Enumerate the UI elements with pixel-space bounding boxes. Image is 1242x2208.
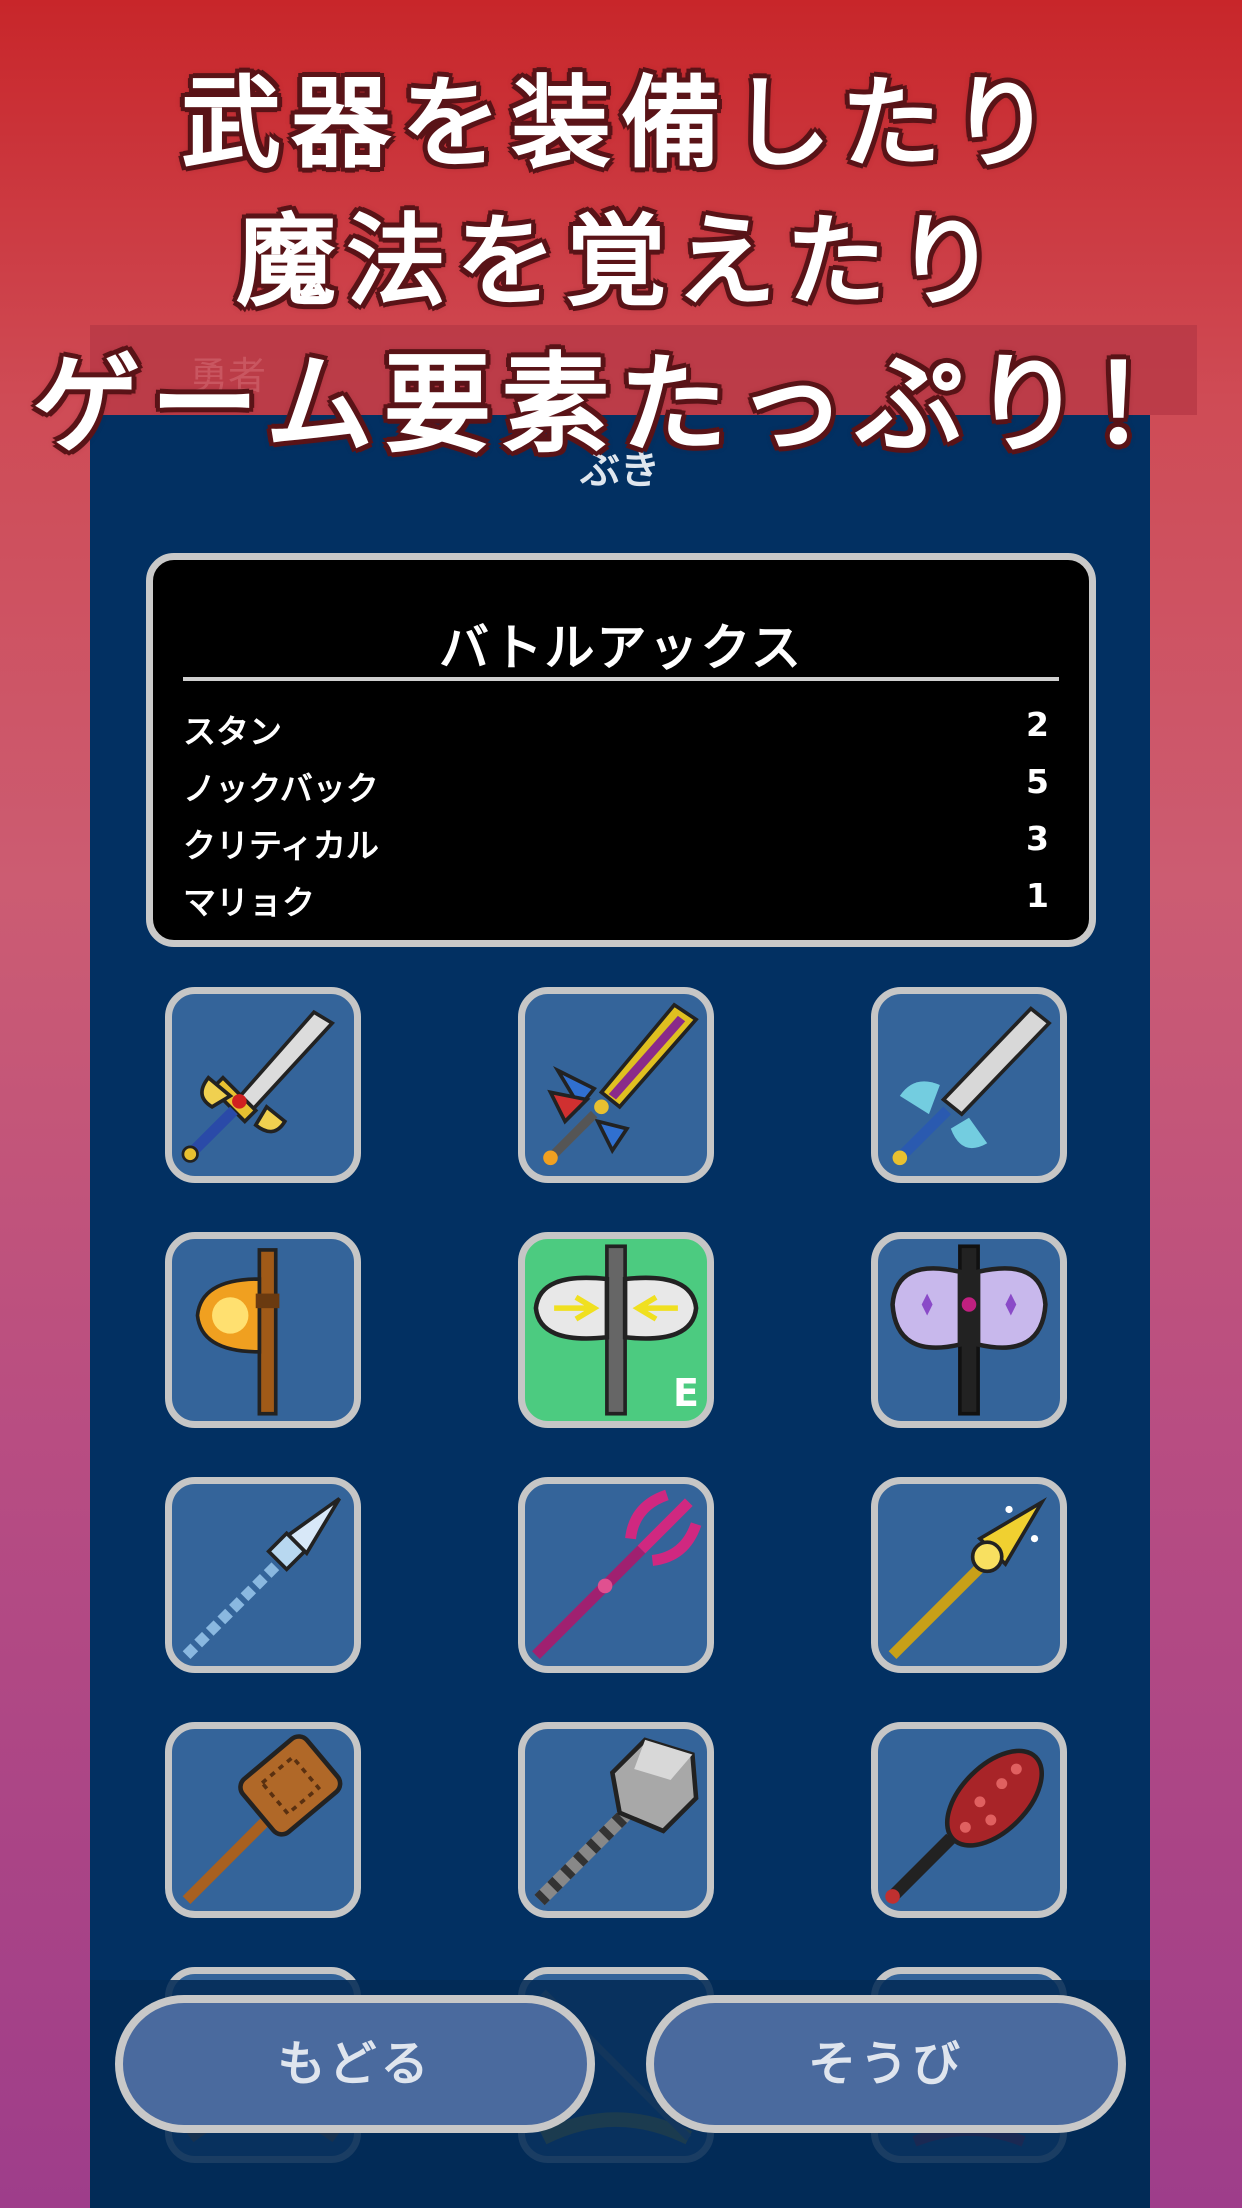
stat-label: クリティカル: [183, 826, 380, 865]
weapon-slot-ice-sword[interactable]: [871, 987, 1067, 1183]
iron-mace-icon: [534, 1737, 699, 1906]
stat-row: スタン 2: [183, 705, 1049, 761]
ice-spear-icon: [182, 1497, 342, 1659]
equip-button[interactable]: そうび: [646, 1995, 1126, 2133]
weapon-slot-ice-spear[interactable]: [165, 1477, 361, 1673]
game-screen: ぶき バトルアックス スタン 2 ノックバック 5 クリティカル 3 マリョク …: [90, 415, 1150, 2208]
spiked-club-icon: [885, 1748, 1045, 1904]
stat-row: クリティカル 3: [183, 819, 1049, 875]
weapon-slot-spiked-club[interactable]: [871, 1722, 1067, 1918]
weapon-slot-trident[interactable]: [518, 1477, 714, 1673]
weapon-slot-battle-axe[interactable]: E: [518, 1232, 714, 1428]
crystal-axe-icon: [890, 1244, 1048, 1416]
stat-label: スタン: [183, 712, 282, 751]
winged-sword-icon: [181, 1009, 336, 1163]
divider: [183, 677, 1059, 681]
weapon-info-panel: バトルアックス スタン 2 ノックバック 5 クリティカル 3 マリョク 1: [146, 553, 1096, 947]
headline-line-2: 魔法を覚えたり: [236, 203, 1006, 320]
fire-axe-icon: [195, 1248, 280, 1416]
stat-row: ノックバック 5: [183, 762, 1049, 818]
weapon-slot-golden-spear[interactable]: [871, 1477, 1067, 1673]
weapon-slot-jeweled-greatsword[interactable]: [518, 987, 714, 1183]
weapon-slot-crystal-axe[interactable]: [871, 1232, 1067, 1428]
stat-value: 3: [1026, 819, 1049, 858]
wooden-hammer-icon: [182, 1734, 343, 1904]
stat-value: 5: [1026, 762, 1049, 801]
stat-value: 2: [1026, 705, 1049, 744]
golden-spear-icon: [888, 1497, 1047, 1659]
weapon-name: バトルアックス: [439, 619, 803, 677]
equipped-badge: E: [673, 1371, 699, 1415]
trident-icon: [532, 1489, 702, 1659]
headline-line-3: ゲーム要素たっぷり！: [32, 343, 1210, 468]
weapon-slot-wooden-hammer[interactable]: [165, 1722, 361, 1918]
ice-sword-icon: [892, 1006, 1052, 1166]
stat-label: ノックバック: [183, 769, 379, 808]
stat-value: 1: [1026, 876, 1049, 915]
headline-line-1: 武器を装備したり: [181, 65, 1061, 182]
back-button[interactable]: もどる: [115, 1995, 595, 2133]
weapon-slot-fire-axe[interactable]: [165, 1232, 361, 1428]
weapon-slot-iron-mace[interactable]: [518, 1722, 714, 1918]
stat-label: マリョク: [183, 883, 315, 922]
stat-row: マリョク 1: [183, 876, 1049, 932]
weapon-slot-winged-sword[interactable]: [165, 987, 361, 1183]
jeweled-greatsword-icon: [543, 1002, 699, 1166]
